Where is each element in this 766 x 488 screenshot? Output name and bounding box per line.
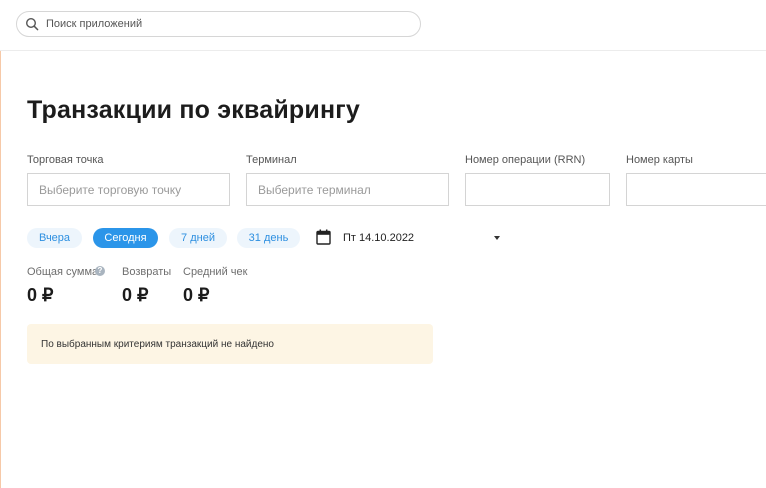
average-check-label: Средний чек: [183, 266, 248, 278]
period-today-button[interactable]: Сегодня: [93, 228, 158, 248]
period-7-days-button[interactable]: 7 дней: [169, 228, 227, 248]
terminal-select[interactable]: Выберите терминал: [246, 173, 449, 206]
empty-result-notice: По выбранным критериям транзакций не най…: [27, 324, 433, 364]
total-amount-label: Общая сумма: [27, 266, 99, 278]
rrn-input[interactable]: [465, 173, 610, 206]
search-input[interactable]: [46, 18, 386, 30]
page-title: Транзакции по эквайрингу: [27, 96, 360, 124]
total-amount-value: 0 ₽: [27, 285, 54, 305]
app-search[interactable]: [16, 11, 421, 37]
card-number-label: Номер карты: [626, 154, 693, 166]
returns-value: 0 ₽: [122, 285, 149, 305]
calendar-icon[interactable]: [316, 229, 331, 245]
notice-text: По выбранным критериям транзакций не най…: [41, 338, 274, 350]
terminal-label: Терминал: [246, 154, 297, 166]
top-bar: [0, 0, 766, 51]
page-left-edge: [0, 0, 1, 488]
caret-down-icon[interactable]: [494, 236, 500, 240]
period-31-days-button[interactable]: 31 день: [237, 228, 300, 248]
date-picker-value[interactable]: Пт 14.10.2022: [343, 232, 414, 244]
help-icon[interactable]: ?: [95, 266, 105, 276]
search-icon: [25, 17, 39, 31]
rrn-label: Номер операции (RRN): [465, 154, 586, 166]
outlet-label: Торговая точка: [27, 154, 104, 166]
card-number-input[interactable]: [626, 173, 766, 206]
average-check-value: 0 ₽: [183, 285, 210, 305]
returns-label: Возвраты: [122, 266, 172, 278]
period-yesterday-button[interactable]: Вчера: [27, 228, 82, 248]
outlet-select[interactable]: Выберите торговую точку: [27, 173, 230, 206]
